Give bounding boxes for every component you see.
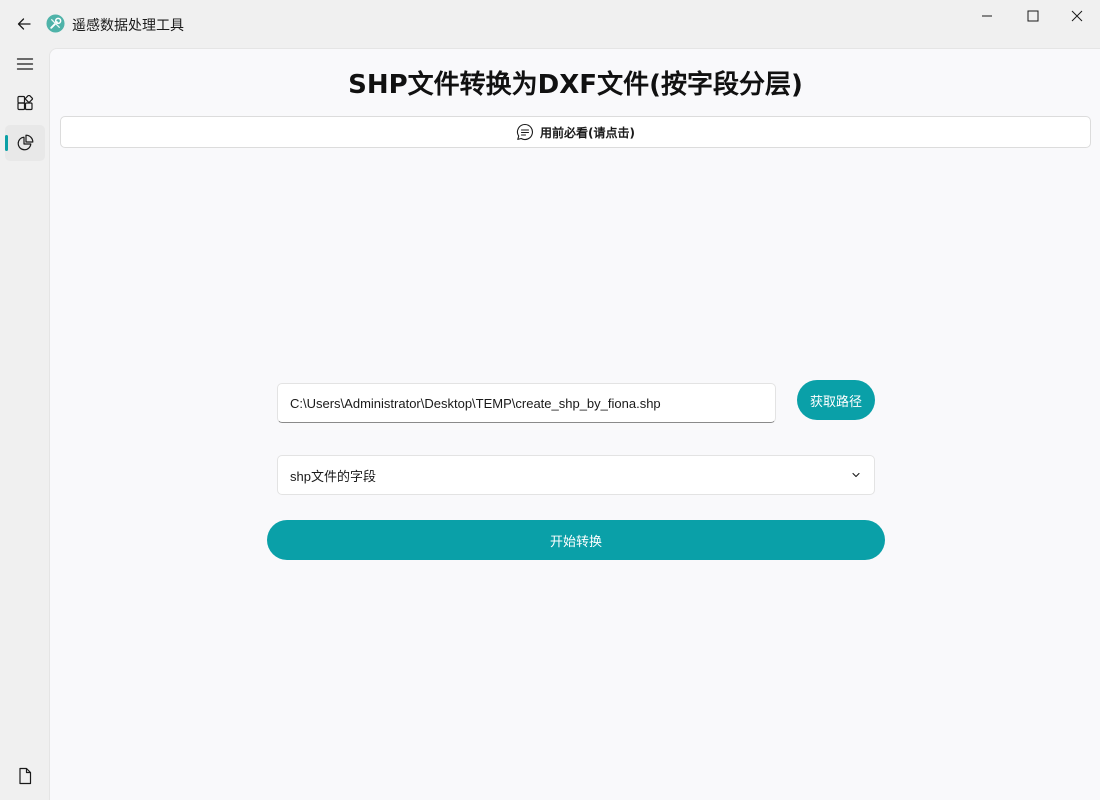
app-logo-icon — [46, 14, 65, 33]
shp-path-input[interactable] — [277, 383, 776, 423]
back-button[interactable] — [8, 8, 40, 40]
apps-icon — [17, 95, 34, 111]
title-bar: 遥感数据处理工具 — [0, 0, 1100, 48]
usage-notice-button[interactable]: 用前必看(请点击) — [60, 116, 1091, 148]
shp-field-select[interactable]: shp文件的字段 — [277, 455, 875, 495]
usage-notice-label: 用前必看(请点击) — [540, 125, 635, 140]
maximize-icon — [1027, 10, 1039, 22]
nav-item-apps[interactable] — [5, 86, 45, 122]
nav-item-convert[interactable] — [5, 125, 45, 161]
pie-chart-icon — [17, 134, 34, 151]
start-convert-button[interactable]: 开始转换 — [267, 520, 885, 560]
close-icon — [1071, 10, 1083, 22]
get-path-button[interactable]: 获取路径 — [797, 380, 875, 420]
hamburger-menu-icon — [16, 58, 34, 70]
maximize-button[interactable] — [1010, 0, 1056, 32]
page-title: SHP文件转换为DXF文件(按字段分层) — [348, 70, 803, 100]
content-panel: SHP文件转换为DXF文件(按字段分层) 用前必看(请点击) 获取路径 shp文… — [49, 48, 1100, 800]
app-window: 遥感数据处理工具 SHP文件转换为DXF文件(按字段分层) 用前必看(请点击) … — [0, 0, 1100, 800]
nav-menu-button[interactable] — [5, 46, 45, 82]
shp-field-select-label: shp文件的字段 — [290, 468, 376, 484]
app-title: 遥感数据处理工具 — [72, 18, 184, 34]
nav-item-document[interactable] — [5, 758, 45, 794]
back-arrow-icon — [17, 18, 31, 30]
close-button[interactable] — [1054, 0, 1100, 32]
chat-bubble-icon — [516, 123, 534, 141]
nav-selection-indicator — [5, 135, 8, 151]
minimize-button[interactable] — [964, 0, 1010, 32]
document-icon — [19, 767, 32, 785]
minimize-icon — [982, 15, 992, 17]
chevron-down-icon — [850, 469, 862, 481]
